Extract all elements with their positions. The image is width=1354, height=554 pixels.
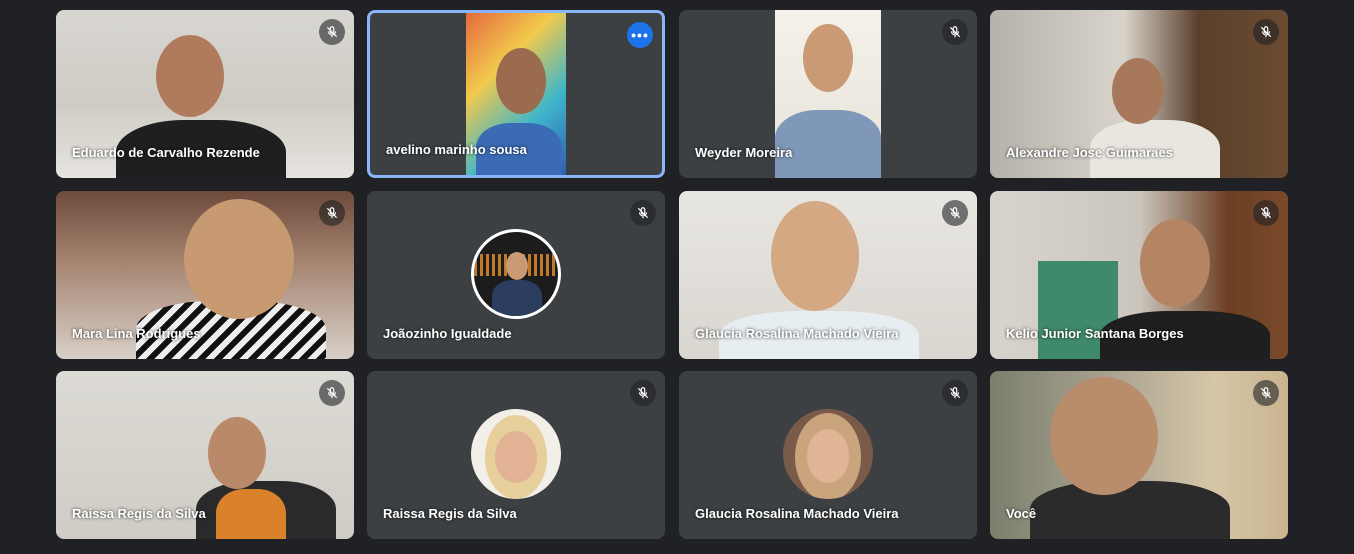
participant-tile[interactable]: Glaucia Rosalina Machado Vieira [679,371,977,539]
mic-off-icon [630,200,656,226]
participant-tile[interactable]: Weyder Moreira [679,10,977,178]
participant-tile[interactable]: Raissa Regis da Silva [367,371,665,539]
participant-name: Eduardo de Carvalho Rezende [72,145,260,160]
participant-tile[interactable]: Joãozinho Igualdade [367,191,665,359]
participant-tile[interactable]: Eduardo de Carvalho Rezende [56,10,354,178]
mic-off-icon [1253,19,1279,45]
participant-name: Glaucia Rosalina Machado Vieira [695,506,899,521]
participant-grid: Eduardo de Carvalho Rezende ••• avelino … [0,0,1354,554]
participant-tile[interactable]: Kelio Junior Santana Borges [990,191,1288,359]
participant-name: Mara Lina Rodrigues [72,326,201,341]
mic-off-icon [1253,200,1279,226]
avatar [783,409,873,499]
participant-name: Kelio Junior Santana Borges [1006,326,1184,341]
mic-off-icon [319,200,345,226]
mic-off-icon [1253,380,1279,406]
mic-off-icon [942,380,968,406]
participant-name: Weyder Moreira [695,145,793,160]
participant-name: Raissa Regis da Silva [383,506,517,521]
mic-off-icon [319,380,345,406]
participant-name: Raissa Regis da Silva [72,506,206,521]
more-options-icon[interactable]: ••• [627,22,653,48]
participant-tile-active[interactable]: ••• avelino marinho sousa [367,10,665,178]
participant-tile[interactable]: Alexandre Jose Guimaraes [990,10,1288,178]
mic-off-icon [319,19,345,45]
mic-off-icon [942,19,968,45]
participant-name: Joãozinho Igualdade [383,326,512,341]
participant-tile[interactable]: Mara Lina Rodrigues [56,191,354,359]
participant-name: Alexandre Jose Guimaraes [1006,145,1173,160]
mic-off-icon [942,200,968,226]
participant-tile[interactable]: Você [990,371,1288,539]
participant-tile[interactable]: Raissa Regis da Silva [56,371,354,539]
participant-name: Glaucia Rosalina Machado Vieira [695,326,899,341]
avatar [471,409,561,499]
participant-name: Você [1006,506,1037,521]
participant-tile[interactable]: Glaucia Rosalina Machado Vieira [679,191,977,359]
avatar [471,229,561,319]
mic-off-icon [630,380,656,406]
participant-name: avelino marinho sousa [386,142,527,157]
